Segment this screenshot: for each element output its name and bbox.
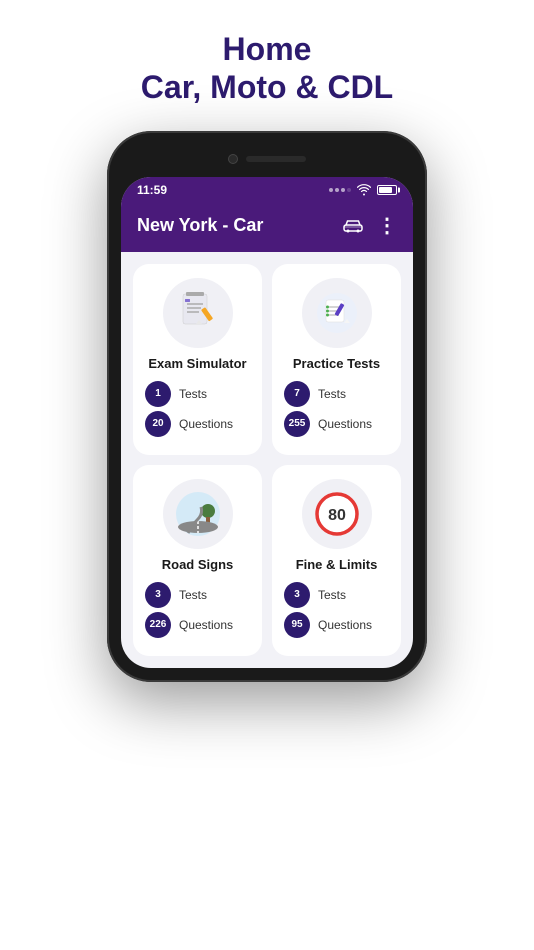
speaker-bar — [246, 156, 306, 162]
fine-limits-icon-wrapper: 80 — [302, 479, 372, 549]
phone-screen: 11:59 — [121, 177, 413, 668]
practice-tests-title: Practice Tests — [293, 356, 380, 371]
road-signs-questions-badge: 226 — [145, 612, 171, 638]
road-signs-tests-label: Tests — [179, 588, 207, 602]
fine-limits-icon: 80 — [312, 489, 362, 539]
app-header: New York - Car ⋮ — [121, 203, 413, 252]
app-header-title: New York - Car — [137, 215, 263, 236]
road-signs-card[interactable]: Road Signs 3 Tests 226 Questions — [133, 465, 262, 656]
exam-tests-row: 1 Tests — [145, 381, 250, 407]
road-signs-questions-label: Questions — [179, 618, 233, 632]
time-display: 11:59 — [137, 183, 167, 197]
road-signs-icon — [173, 489, 223, 539]
road-signs-icon-wrapper — [163, 479, 233, 549]
more-options-icon[interactable]: ⋮ — [377, 213, 397, 238]
exam-questions-badge: 20 — [145, 411, 171, 437]
exam-simulator-icon-wrapper — [163, 278, 233, 348]
fine-limits-questions-row: 95 Questions — [284, 612, 389, 638]
practice-tests-row: 7 Tests — [284, 381, 389, 407]
battery-icon — [377, 185, 397, 195]
car-icon[interactable] — [341, 213, 365, 237]
practice-questions-row: 255 Questions — [284, 411, 389, 437]
status-bar: 11:59 — [121, 177, 413, 203]
camera-dot — [228, 154, 238, 164]
svg-text:80: 80 — [328, 507, 346, 524]
practice-tests-card[interactable]: Practice Tests 7 Tests 255 Questions — [272, 264, 401, 455]
practice-tests-icon — [312, 288, 362, 338]
exam-simulator-title: Exam Simulator — [148, 356, 246, 371]
road-signs-tests-badge: 3 — [145, 582, 171, 608]
fine-limits-tests-badge: 3 — [284, 582, 310, 608]
exam-simulator-icon — [173, 288, 223, 338]
practice-questions-badge: 255 — [284, 411, 310, 437]
road-signs-questions-row: 226 Questions — [145, 612, 250, 638]
page-wrapper: Home Car, Moto & CDL 11:59 — [0, 0, 534, 950]
phone-top-bar — [121, 145, 413, 173]
status-right — [329, 184, 397, 196]
exam-questions-row: 20 Questions — [145, 411, 250, 437]
exam-tests-badge: 1 — [145, 381, 171, 407]
road-signs-tests-row: 3 Tests — [145, 582, 250, 608]
fine-limits-title: Fine & Limits — [296, 557, 378, 572]
fine-limits-tests-row: 3 Tests — [284, 582, 389, 608]
exam-tests-label: Tests — [179, 387, 207, 401]
exam-simulator-card[interactable]: Exam Simulator 1 Tests 20 Questions — [133, 264, 262, 455]
cards-grid: Exam Simulator 1 Tests 20 Questions — [121, 252, 413, 668]
practice-tests-label: Tests — [318, 387, 346, 401]
page-title: Home Car, Moto & CDL — [141, 30, 393, 107]
practice-tests-badge: 7 — [284, 381, 310, 407]
fine-limits-questions-badge: 95 — [284, 612, 310, 638]
fine-limits-questions-label: Questions — [318, 618, 372, 632]
header-icons: ⋮ — [341, 213, 397, 238]
road-signs-title: Road Signs — [162, 557, 234, 572]
exam-questions-label: Questions — [179, 417, 233, 431]
wifi-icon — [357, 184, 371, 196]
signal-icon — [329, 188, 351, 192]
fine-limits-tests-label: Tests — [318, 588, 346, 602]
phone-shell: 11:59 — [107, 131, 427, 682]
practice-questions-label: Questions — [318, 417, 372, 431]
fine-limits-card[interactable]: 80 Fine & Limits 3 Tests 95 Questions — [272, 465, 401, 656]
practice-tests-icon-wrapper — [302, 278, 372, 348]
